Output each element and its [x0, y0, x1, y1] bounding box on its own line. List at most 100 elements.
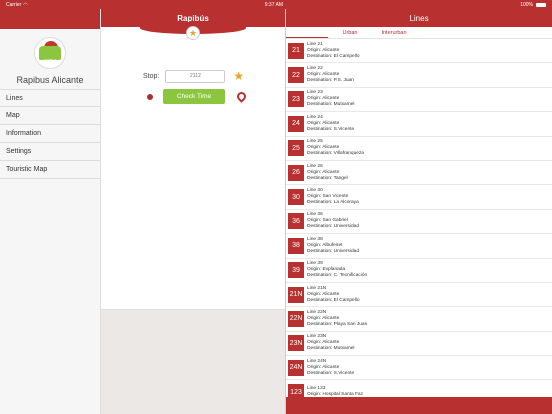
line-info: Line 39 Origin: Explanada Destination: C. … [307, 261, 367, 279]
line-destination: Destination: P.S. Juan [307, 78, 354, 84]
line-destination: Destination: S.Vicente [307, 370, 355, 376]
stop-label: Stop: [143, 72, 160, 80]
line-destination: Destination: Universidad [307, 248, 359, 254]
menu-top-bar [0, 9, 100, 29]
menu-item-settings[interactable]: Settings [0, 143, 100, 161]
table-row[interactable]: 24N Line 24N Origin: Alicante Destination: … [286, 356, 552, 381]
menu-item-label: Touristic Map [6, 166, 48, 173]
line-number-badge: 26 [288, 164, 304, 181]
tab-urban[interactable]: Urban [328, 27, 372, 38]
lines-header: Lines [286, 9, 552, 27]
line-destination: Destination: Mutxamel [307, 102, 355, 108]
menu-item-label: Settings [6, 148, 32, 155]
tab-interurban[interactable]: Interurban [372, 27, 416, 38]
table-row[interactable]: 23N Line 23N Origin: Alicante Destination: … [286, 332, 552, 357]
table-row[interactable]: 22 Line 22 Origin: Alicante Destination: P.… [286, 63, 552, 88]
tab-all[interactable] [286, 27, 328, 38]
table-row[interactable]: 38 Line 38 Origin: Albufeiret Destination: … [286, 234, 552, 259]
line-number-badge: 21N [288, 286, 304, 303]
table-row[interactable]: 25 Line 25 Origin: Alicante Destination: Vi… [286, 137, 552, 161]
line-destination: Destination: S.Vicente [307, 126, 355, 132]
menu-item-information[interactable]: Information [0, 125, 100, 143]
lines-tabs: Urban Interurban [286, 27, 552, 39]
table-row[interactable]: 39 Line 39 Origin: Explanada Destination: C… [286, 259, 552, 283]
location-pin-icon[interactable] [235, 90, 248, 103]
lines-list: 21 Line 21 Origin: Alicante Destination: El… [286, 39, 552, 406]
status-right: 100% [520, 2, 546, 8]
menu-item-label: Information [6, 130, 42, 137]
side-menu: RAPIBUS Rapibus Alicante Lines Map Infor… [0, 9, 101, 414]
logo-block: RAPIBUS Rapibus Alicante [0, 29, 100, 85]
line-info: Line 22 Origin: Alicante Destination: P.S.… [307, 66, 354, 84]
stop-panel: Stop: ★ Check Time [101, 27, 285, 310]
menu-item-map[interactable]: Map [0, 107, 100, 125]
star-badge-icon: ★ [186, 26, 200, 40]
app-name: Rapibus Alicante [16, 75, 84, 85]
status-bar: Carrier ◠ 9:37 AM 100% [0, 0, 552, 9]
line-number-badge: 38 [288, 237, 304, 254]
stop-input[interactable] [165, 69, 226, 83]
line-info: Line 26 Origin: Alicante Destination: Tang… [307, 164, 348, 182]
line-info: Line 38 Origin: Albufeiret Destination: Un… [307, 237, 359, 255]
line-info: Line 23N Origin: Alicante Destination: Mut… [307, 334, 354, 352]
app-logo: RAPIBUS [34, 37, 66, 69]
table-row[interactable]: 26 Line 26 Origin: Alicante Destination: Ta… [286, 161, 552, 186]
record-dot-icon[interactable] [147, 93, 153, 100]
favorite-star-icon[interactable]: ★ [233, 69, 244, 83]
menu-item-lines[interactable]: Lines [0, 89, 100, 107]
table-row[interactable]: 24 Line 24 Origin: Alicante Destination: S.… [286, 112, 552, 137]
line-destination: Destination: El Campello [307, 297, 360, 303]
line-number-badge: 22 [288, 67, 304, 84]
carrier-label: Carrier [6, 1, 22, 8]
line-destination: Destination: Playa San Juan [307, 321, 368, 327]
status-time: 9:37 AM [264, 1, 284, 8]
lines-panel: Lines Urban Interurban 21 Line 21 Origin: … [285, 9, 552, 414]
line-number-badge: 25 [288, 140, 304, 157]
line-number-badge: 23 [288, 91, 304, 108]
table-row[interactable]: 23 Line 23 Origin: Alicante Destination: Mu… [286, 88, 552, 113]
line-destination: Destination: El Campello [307, 53, 360, 59]
menu-item-label: Map [6, 112, 20, 119]
line-destination: Destination: Mutxamel [307, 346, 355, 352]
line-destination: Destination: La Alcoraya [307, 200, 359, 206]
table-row[interactable]: 21N Line 21N Origin: Alicante Destination: … [286, 283, 552, 308]
line-info: Line 23 Origin: Alicante Destination: Mutx… [307, 90, 354, 108]
line-destination: Destination: Tangel [307, 175, 348, 181]
line-info: Line 25 Origin: Alicante Destination: Vill… [307, 139, 364, 157]
line-info: Line 21 Origin: Alicante Destination: El C… [307, 42, 360, 60]
status-left: Carrier ◠ [6, 2, 28, 8]
stop-row: Stop: ★ [143, 69, 244, 83]
line-destination: Destination: Universidad [307, 224, 359, 230]
battery-percent: 100% [520, 1, 533, 8]
line-info: Line 22N Origin: Alicante Destination: Pla… [307, 310, 367, 328]
check-row: Check Time [147, 89, 248, 104]
line-info: Line 36 Origin: San Gabriel Destination: U… [307, 212, 359, 230]
lines-title: Lines [409, 13, 429, 23]
line-info: Line 21N Origin: Alicante Destination: El … [307, 286, 360, 304]
battery-icon [536, 2, 546, 7]
line-info: Line 24N Origin: Alicante Destination: S.V… [307, 359, 354, 377]
wifi-icon: ◠ [23, 1, 28, 8]
line-number-badge: 24 [288, 115, 304, 132]
table-row[interactable]: 36 Line 36 Origin: San Gabriel Destination:… [286, 210, 552, 235]
table-row[interactable]: 22N Line 22N Origin: Alicante Destination: … [286, 307, 552, 332]
menu-item-touristic-map[interactable]: Touristic Map [0, 161, 100, 179]
line-destination: Destination: C. Tecnificación [307, 273, 368, 279]
check-time-button[interactable]: Check Time [163, 89, 225, 104]
line-number-badge: 22N [288, 310, 304, 327]
line-number-badge: 21 [288, 42, 304, 59]
line-info: Line 24 Origin: Alicante Destination: S.Vi… [307, 115, 354, 133]
line-destination: Destination: Villafranqueza [307, 151, 364, 157]
menu-item-label: Lines [6, 94, 23, 102]
line-number-badge: 30 [288, 189, 304, 206]
line-number-badge: 36 [288, 213, 304, 230]
menu-items: Lines Map Information Settings Touristic… [0, 89, 100, 179]
logo-text: RAPIBUS [43, 58, 57, 62]
line-info: Line 30 Origin: San Vicente Destination: L… [307, 188, 359, 206]
table-row[interactable]: 30 Line 30 Origin: San Vicente Destination:… [286, 185, 552, 210]
table-row[interactable]: 21 Line 21 Origin: Alicante Destination: El… [286, 39, 552, 64]
line-number-badge: 39 [288, 262, 304, 279]
line-number-badge: 23N [288, 335, 304, 352]
footer-bar [286, 397, 552, 414]
line-number-badge: 24N [288, 359, 304, 376]
